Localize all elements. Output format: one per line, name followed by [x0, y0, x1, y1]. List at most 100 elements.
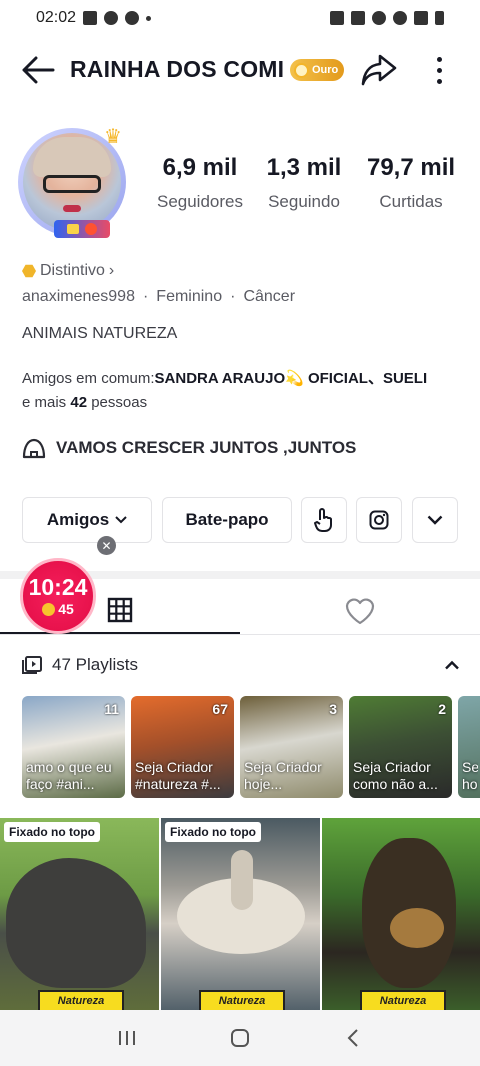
- app-notification-icon: [104, 11, 119, 25]
- chat-button-label: Bate-papo: [185, 510, 269, 529]
- gold-level-icon: [294, 62, 309, 78]
- share-arrow-icon: [361, 54, 397, 86]
- following-stat[interactable]: 1,3 mil Seguindo: [252, 154, 356, 212]
- avatar-glasses: [43, 175, 101, 193]
- hand-poke-icon: [314, 508, 332, 532]
- elephant-shape: [6, 858, 146, 988]
- playlist-icon: [22, 656, 42, 674]
- profile-avatar[interactable]: ♛: [18, 126, 130, 240]
- playlists-header[interactable]: 47 Playlists: [22, 652, 460, 678]
- likes-count: 79,7 mil: [366, 154, 456, 181]
- lock-icon: [330, 11, 344, 25]
- mutual-friends-count: 42: [70, 394, 88, 411]
- tabs-border: [0, 634, 480, 635]
- tab-videos[interactable]: [106, 596, 134, 624]
- swan-neck: [231, 850, 253, 910]
- playlist-card[interactable]: 3 Seja Criador hoje...: [240, 696, 343, 798]
- tab-liked[interactable]: [344, 596, 376, 626]
- playlist-card[interactable]: 67 Seja Criador #natureza #...: [131, 696, 234, 798]
- facebook-icon: [125, 11, 140, 25]
- followers-stat[interactable]: 6,9 mil Seguidores: [148, 154, 252, 212]
- gold-badge[interactable]: Ouro: [290, 59, 344, 81]
- playlist-caption: amo o que eu faço #ani...: [26, 759, 112, 792]
- mutual-friends-more-prefix: e mais: [22, 394, 67, 411]
- expand-button[interactable]: [412, 497, 458, 543]
- badge-link[interactable]: Distintivo ›: [22, 262, 114, 280]
- following-label: Seguindo: [268, 192, 340, 211]
- arrow-left-icon: [22, 56, 55, 84]
- recents-icon: [118, 1031, 135, 1045]
- friends-button[interactable]: Amigos: [22, 497, 152, 543]
- timer-time: 10:24: [28, 574, 88, 600]
- chat-button[interactable]: Bate-papo: [162, 497, 292, 543]
- grid-icon: [107, 597, 133, 623]
- recent-apps-button[interactable]: [107, 1018, 147, 1058]
- avatar-lips: [63, 205, 81, 212]
- profile-header: RAINHA DOS COMI Ouro: [0, 48, 480, 92]
- bat-fur: [390, 908, 444, 948]
- playlist-count: 2: [438, 701, 446, 717]
- more-dot-icon: [436, 67, 442, 73]
- profile-stats: 6,9 mil Seguidores 1,3 mil Seguindo 79,7…: [148, 154, 466, 212]
- system-back-button[interactable]: [333, 1018, 373, 1058]
- likes-stat[interactable]: 79,7 mil Curtidas: [356, 154, 466, 212]
- playlist-count: 11: [104, 701, 119, 717]
- reward-timer[interactable]: 10:24 45: [20, 558, 96, 634]
- community-link[interactable]: VAMOS CRESCER JUNTOS ,JUNTOS: [22, 437, 356, 459]
- system-nav-bar: [0, 1010, 480, 1066]
- more-notifications-icon: [146, 15, 152, 21]
- nature-tag: Natureza: [360, 990, 446, 1010]
- back-chevron-icon: [347, 1029, 359, 1047]
- video-thumbnail[interactable]: Fixado no topo Natureza: [0, 818, 159, 1010]
- info-separator: ·: [230, 288, 236, 305]
- more-dot-icon: [436, 78, 442, 84]
- coin-icon: [42, 602, 56, 616]
- video-thumbnail[interactable]: Natureza: [322, 818, 480, 1010]
- profile-title: RAINHA DOS COMI: [70, 56, 285, 82]
- mute-icon: [351, 11, 365, 25]
- camera-icon: [85, 223, 97, 235]
- nature-tag: Natureza: [38, 990, 124, 1010]
- gold-badge-label: Ouro: [312, 64, 339, 76]
- back-button[interactable]: [20, 54, 56, 86]
- status-bar: 02:02: [0, 0, 480, 36]
- profile-bio: ANIMAIS NATUREZA: [22, 325, 178, 342]
- gender: Feminino: [156, 288, 223, 305]
- info-separator: ·: [142, 288, 149, 305]
- video-grid: Fixado no topo Natureza Fixado no topo N…: [0, 818, 480, 1010]
- community-label: VAMOS CRESCER JUNTOS ,JUNTOS: [56, 438, 357, 457]
- playlists-title: 47 Playlists: [52, 655, 138, 674]
- share-button[interactable]: [360, 52, 398, 88]
- live-badge: [54, 220, 110, 238]
- signal-icon: [414, 11, 428, 25]
- chevron-right-icon: ›: [108, 262, 115, 279]
- instagram-icon: [369, 510, 389, 530]
- playlist-card[interactable]: 11 amo o que eu faço #ani...: [22, 696, 125, 798]
- nature-tag: Natureza: [199, 990, 285, 1010]
- location-icon: [372, 11, 386, 25]
- likes-label: Curtidas: [379, 192, 443, 211]
- close-icon[interactable]: ✕: [97, 536, 116, 555]
- playlist-caption: Seja Criador hoje...: [244, 759, 322, 792]
- crown-icon: ♛: [104, 126, 122, 148]
- playlist-caption: Seja Criador como não a...: [353, 759, 438, 792]
- gallery-icon: [83, 11, 98, 25]
- timer-coins: 45: [42, 601, 74, 617]
- poke-button[interactable]: [301, 497, 347, 543]
- coin-count: 45: [58, 601, 74, 617]
- chevron-up-icon[interactable]: [444, 660, 460, 670]
- playlist-card[interactable]: 2 Seja Criador como não a...: [349, 696, 452, 798]
- mutual-friends-more-suffix: pessoas: [91, 394, 148, 411]
- mutual-friends[interactable]: Amigos em comum:SANDRA ARAUJO💫 OFICIAL、S…: [22, 367, 462, 415]
- more-options-button[interactable]: [426, 52, 452, 88]
- followers-count: 6,9 mil: [162, 154, 238, 181]
- chevron-down-icon: [115, 516, 127, 524]
- following-count: 1,3 mil: [266, 154, 342, 181]
- playlist-card[interactable]: Se ho: [458, 696, 480, 798]
- badge-link-label: Distintivo: [40, 262, 105, 279]
- home-button[interactable]: [220, 1018, 260, 1058]
- battery-icon: [435, 11, 444, 25]
- instagram-button[interactable]: [356, 497, 402, 543]
- zodiac-sign: Câncer: [243, 288, 296, 305]
- video-thumbnail[interactable]: Fixado no topo Natureza: [161, 818, 320, 1010]
